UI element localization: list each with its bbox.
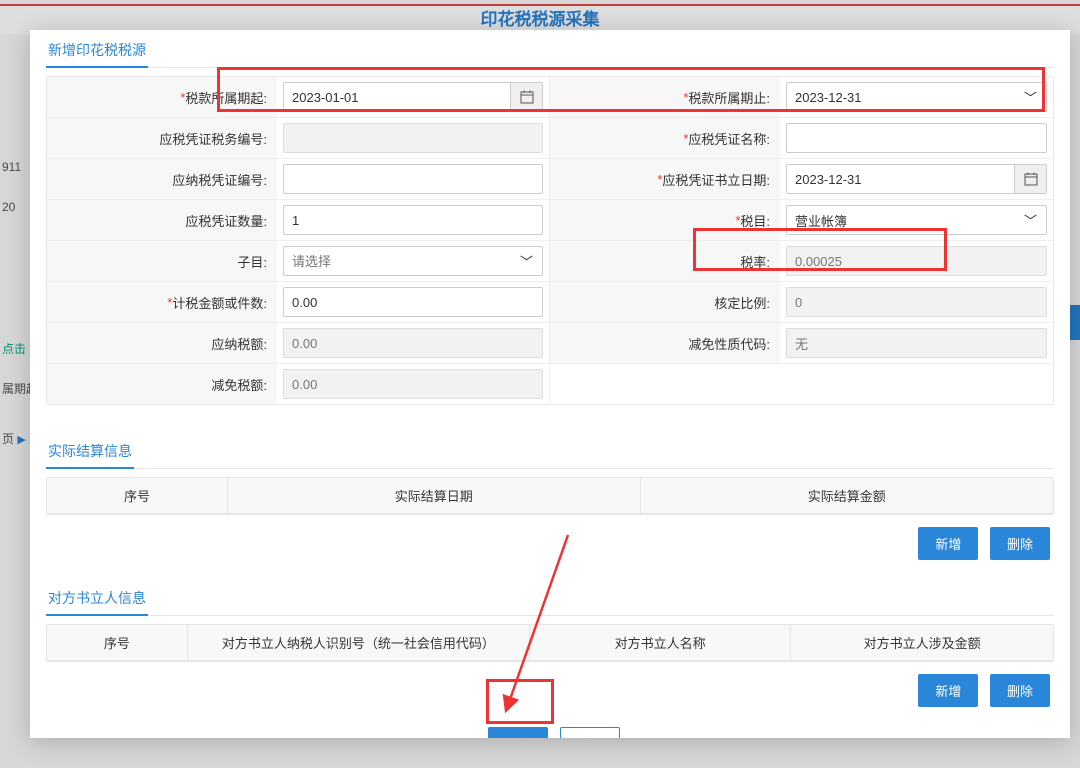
counterparty-add-button[interactable]: 新增 <box>918 674 978 707</box>
label-tax-item: *税目: <box>550 200 780 240</box>
input-tax-doc-count[interactable] <box>283 205 543 235</box>
label-reduction-code: 减免性质代码: <box>550 323 780 363</box>
th-seq: 序号 <box>47 625 188 660</box>
close-button[interactable]: 关闭 <box>560 727 620 738</box>
input-tax-doc-name[interactable] <box>786 123 1047 153</box>
th-cp-amount: 对方书立人涉及金额 <box>791 625 1053 660</box>
label-tax-doc-count: 应税凭证数量: <box>47 200 277 240</box>
th-cp-id: 对方书立人纳税人识别号（统一社会信用代码） <box>188 625 530 660</box>
label-tax-doc-name: *应税凭证名称: <box>550 118 780 158</box>
counterparty-table: 序号 对方书立人纳税人识别号（统一社会信用代码） 对方书立人名称 对方书立人涉及… <box>46 624 1054 662</box>
input-tax-pay-doc-num[interactable] <box>283 164 543 194</box>
input-tax-doc-tax-num <box>283 123 543 153</box>
label-assess-ratio: 核定比例: <box>550 282 780 322</box>
add-stamp-tax-modal: 新增印花税税源 *税款所属期起: *税款所属期止: <box>30 30 1070 738</box>
th-settle-date: 实际结算日期 <box>228 478 640 513</box>
input-period-start[interactable] <box>283 82 543 112</box>
calendar-icon[interactable] <box>510 83 542 111</box>
section-title-new-source: 新增印花税税源 <box>46 30 148 68</box>
calendar-icon[interactable] <box>1014 165 1046 193</box>
section-title-counterparty: 对方书立人信息 <box>46 578 148 616</box>
label-sub-item: 子目: <box>47 241 277 281</box>
section-title-settlement: 实际结算信息 <box>46 431 134 469</box>
label-reduction-amt: 减免税额: <box>47 364 277 404</box>
input-reduction-amt: 0.00 <box>283 369 543 399</box>
input-period-end[interactable] <box>786 82 1047 112</box>
input-assess-ratio: 0 <box>786 287 1047 317</box>
input-tax-payable: 0.00 <box>283 328 543 358</box>
settlement-add-button[interactable]: 新增 <box>918 527 978 560</box>
label-period-end: *税款所属期止: <box>550 77 780 117</box>
input-reduction-code: 无 <box>786 328 1047 358</box>
select-sub-item[interactable] <box>283 246 543 276</box>
label-tax-doc-date: *应税凭证书立日期: <box>550 159 780 199</box>
input-tax-base[interactable] <box>283 287 543 317</box>
th-cp-name: 对方书立人名称 <box>530 625 792 660</box>
settlement-table: 序号 实际结算日期 实际结算金额 <box>46 477 1054 515</box>
counterparty-delete-button[interactable]: 删除 <box>990 674 1050 707</box>
label-tax-payable: 应纳税额: <box>47 323 277 363</box>
form-grid: *税款所属期起: *税款所属期止: ﹀ <box>46 76 1054 405</box>
select-tax-item[interactable] <box>786 205 1047 235</box>
modal-footer: 保存 关闭 <box>46 719 1054 738</box>
label-tax-base: *计税金额或件数: <box>47 282 277 322</box>
label-tax-doc-tax-num: 应税凭证税务编号: <box>47 118 277 158</box>
save-button[interactable]: 保存 <box>488 727 548 738</box>
label-tax-pay-doc-num: 应纳税凭证编号: <box>47 159 277 199</box>
th-seq: 序号 <box>47 478 228 513</box>
label-tax-rate: 税率: <box>550 241 780 281</box>
label-period-start: *税款所属期起: <box>47 77 277 117</box>
settlement-delete-button[interactable]: 删除 <box>990 527 1050 560</box>
input-tax-rate: 0.00025 <box>786 246 1047 276</box>
input-tax-doc-date[interactable] <box>786 164 1047 194</box>
th-settle-amount: 实际结算金额 <box>641 478 1053 513</box>
